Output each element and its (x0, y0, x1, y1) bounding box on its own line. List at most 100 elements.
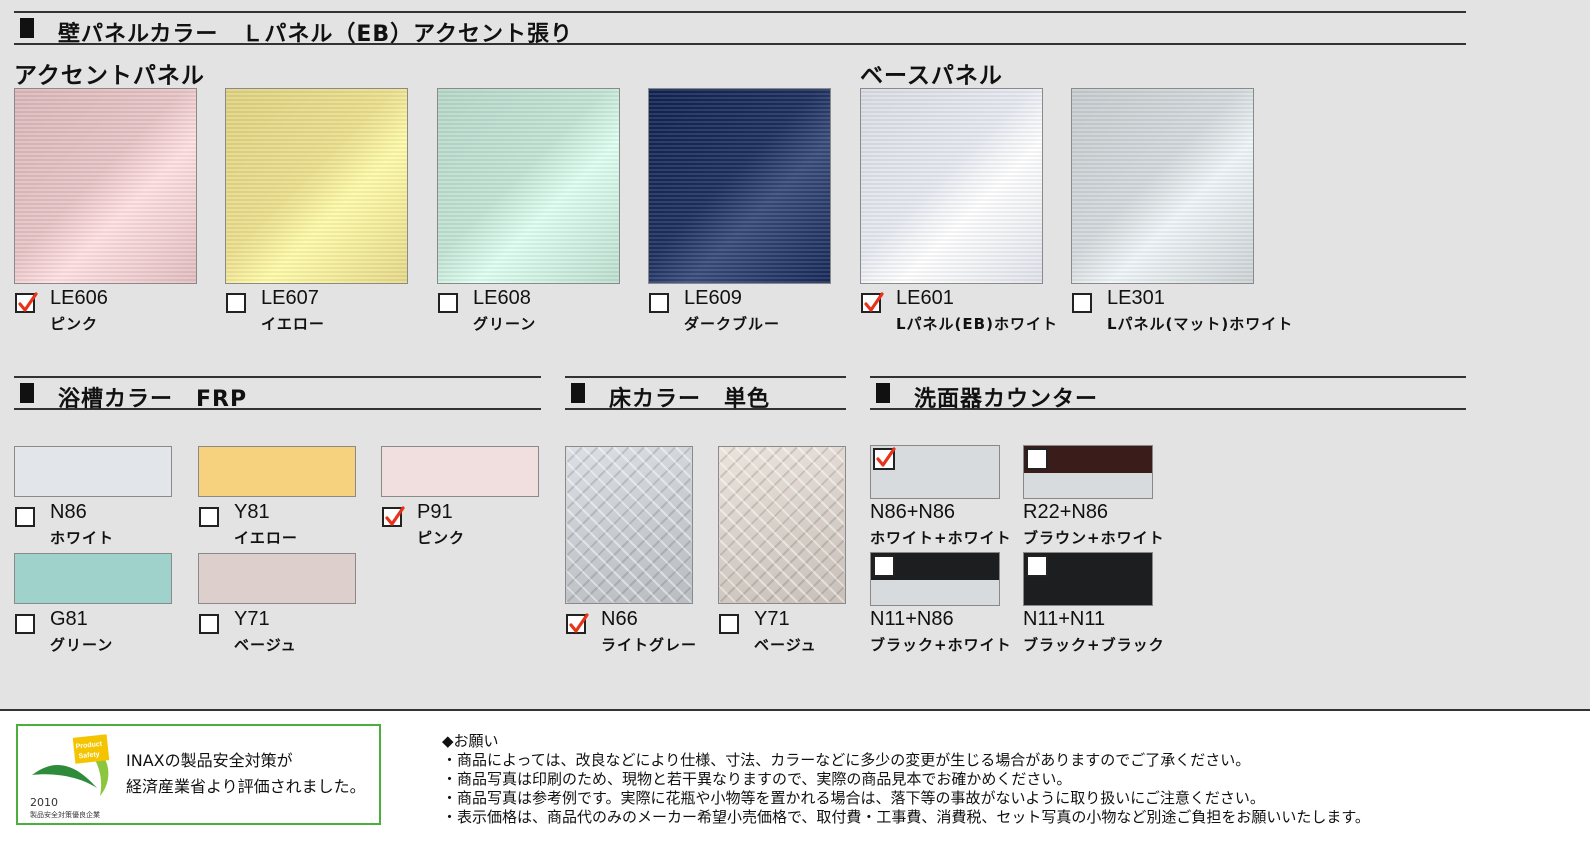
title-marker (571, 383, 585, 403)
badge-line2: 経済産業省より評価されました。 (126, 777, 366, 796)
color-checkbox[interactable] (438, 293, 458, 313)
color-swatch[interactable] (14, 88, 197, 284)
tub-section-title: 浴槽カラー FRP (14, 376, 541, 412)
color-checkbox[interactable] (1026, 555, 1048, 577)
notes-line: ・商品写真は参考例です。実際に花瓶や小物等を置かれる場合は、落下等の事故がないよ… (442, 789, 1265, 807)
badge-subtitle: 製品安全対策優良企業 (30, 811, 100, 819)
title-marker (876, 383, 890, 403)
notes-line: ・商品写真は印刷のため、現物と若干異なりますので、実際の商品見本でお確かめくださ… (442, 770, 1072, 788)
counter-section-title: 洗面器カウンター (870, 376, 1466, 412)
color-code: Y71 (234, 608, 270, 630)
color-checkbox[interactable] (1026, 448, 1048, 470)
color-code: G81 (50, 608, 88, 630)
color-swatch[interactable] (14, 446, 172, 497)
color-code: LE301 (1107, 287, 1165, 309)
counter-swatch[interactable] (1023, 445, 1153, 499)
floor-title-text: 床カラー 単色 (609, 387, 771, 412)
color-checkbox[interactable] (199, 614, 219, 634)
color-swatch[interactable] (381, 446, 539, 497)
notes-block: ◆お願い ・商品によっては、改良などにより仕様、寸法、カラーなどに多少の変更が生… (442, 732, 1370, 827)
color-checkbox[interactable] (873, 555, 895, 577)
color-checkbox[interactable] (15, 614, 35, 634)
tub-title-text: 浴槽カラー FRP (58, 387, 248, 412)
title-marker (20, 383, 34, 403)
wall-section-title: 壁パネルカラー Ｌパネル（EB）アクセント張り (14, 11, 1466, 47)
notes-heading: ◆お願い (442, 732, 499, 750)
wall-title-text: 壁パネルカラー Ｌパネル（EB）アクセント張り (58, 22, 574, 47)
notes-line: ・商品によっては、改良などにより仕様、寸法、カラーなどに多少の変更が生じる場合が… (442, 751, 1251, 769)
badge-year: 2010 (30, 796, 58, 809)
color-code: Y71 (754, 608, 790, 630)
color-checkbox[interactable] (873, 447, 896, 470)
floor-section-title: 床カラー 単色 (565, 376, 846, 412)
color-name: ライトグレー (601, 636, 698, 654)
divider (0, 709, 1590, 711)
color-checkbox[interactable] (1072, 293, 1092, 313)
color-name: ベージュ (754, 636, 817, 654)
color-name: ピンク (417, 529, 466, 547)
color-code: LE606 (50, 287, 108, 309)
base-panel-label: ベースパネル (860, 63, 1003, 89)
product-safety-logo-icon: Product Safety (32, 734, 110, 796)
counter-swatch[interactable] (870, 445, 1000, 499)
counter-swatch[interactable] (1023, 552, 1153, 606)
color-checkbox[interactable] (566, 613, 589, 634)
color-swatch[interactable] (225, 88, 408, 284)
color-name: イエロー (234, 529, 298, 547)
color-code: N86 (50, 501, 87, 523)
color-name: イエロー (261, 315, 325, 333)
color-name: ピンク (50, 315, 99, 333)
color-swatch[interactable] (1071, 88, 1254, 284)
color-selection-area: 壁パネルカラー Ｌパネル（EB）アクセント張り アクセントパネル ベースパネル … (0, 0, 1590, 711)
color-code: N11+N86 (870, 608, 954, 630)
color-name: ホワイト+ホワイト (870, 529, 1012, 547)
color-swatch[interactable] (437, 88, 620, 284)
color-checkbox[interactable] (15, 507, 35, 527)
color-swatch[interactable] (718, 446, 846, 604)
color-swatch[interactable] (860, 88, 1043, 284)
counter-swatch[interactable] (870, 552, 1000, 606)
color-checkbox[interactable] (719, 614, 739, 634)
color-name: ブラウン+ホワイト (1023, 529, 1165, 547)
color-name: グリーン (473, 315, 537, 333)
color-swatch[interactable] (648, 88, 831, 284)
color-code: LE609 (684, 287, 742, 309)
color-name: ホワイト (50, 529, 115, 547)
badge-text: INAXの製品安全対策が 経済産業省より評価されました。 (126, 748, 366, 800)
color-code: R22+N86 (1023, 501, 1109, 523)
color-swatch[interactable] (565, 446, 693, 604)
color-code: Y81 (234, 501, 270, 523)
color-swatch[interactable] (198, 553, 356, 604)
checkmark-icon (876, 447, 896, 467)
checkmark-icon (385, 506, 405, 526)
color-name: ベージュ (234, 636, 297, 654)
color-checkbox[interactable] (226, 293, 246, 313)
color-code: N11+N11 (1023, 608, 1106, 630)
color-swatch[interactable] (198, 446, 356, 497)
color-name: Lパネル(マット)ホワイト (1107, 315, 1294, 333)
title-marker (20, 18, 34, 38)
accent-panel-label: アクセントパネル (14, 63, 205, 89)
badge-line1: INAXの製品安全対策が (126, 751, 293, 770)
color-name: ダークブルー (684, 315, 781, 333)
color-code: LE601 (896, 287, 954, 309)
checkmark-icon (569, 613, 589, 633)
color-name: ブラック+ブラック (1023, 636, 1165, 654)
checkmark-icon (18, 292, 38, 312)
color-code: N66 (601, 608, 638, 630)
color-name: Lパネル(EB)ホワイト (896, 315, 1058, 333)
color-checkbox[interactable] (199, 507, 219, 527)
color-checkbox[interactable] (15, 292, 38, 313)
checkmark-icon (864, 292, 884, 312)
notes-line: ・表示価格は、商品代のみのメーカー希望小売価格で、取付費・工事費、消費税、セット… (442, 808, 1370, 826)
color-code: N86+N86 (870, 501, 956, 523)
color-checkbox[interactable] (649, 293, 669, 313)
color-code: LE608 (473, 287, 531, 309)
color-name: グリーン (50, 636, 114, 654)
color-checkbox[interactable] (861, 292, 884, 313)
counter-title-text: 洗面器カウンター (914, 387, 1099, 412)
color-checkbox[interactable] (382, 506, 405, 527)
color-code: P91 (417, 501, 453, 523)
color-swatch[interactable] (14, 553, 172, 604)
product-safety-badge: Product Safety INAXの製品安全対策が 経済産業省より評価されま… (16, 724, 381, 825)
